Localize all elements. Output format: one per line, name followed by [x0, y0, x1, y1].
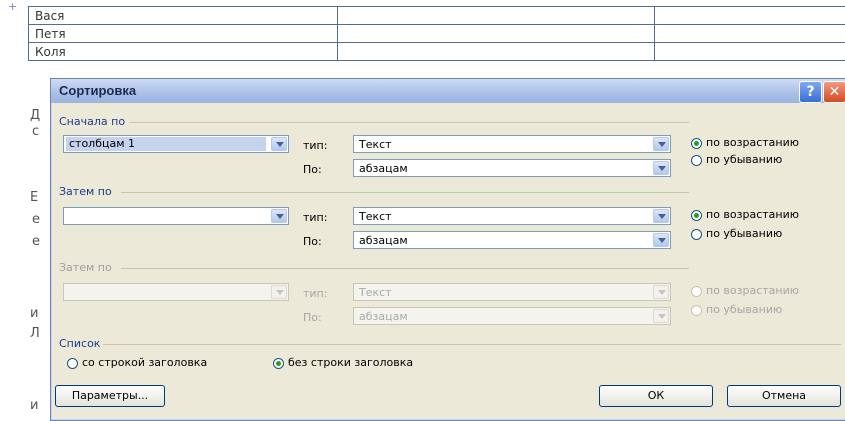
table-row: Коля — [29, 43, 845, 61]
first-type-combo[interactable]: Текст — [353, 135, 671, 153]
table-cell[interactable] — [655, 25, 845, 43]
table-cell[interactable]: Вася — [29, 7, 338, 25]
first-ascending-label[interactable]: по возрастанию — [706, 136, 799, 149]
chevron-down-icon[interactable] — [653, 209, 669, 223]
first-type-value: Текст — [359, 138, 392, 151]
group-divider — [103, 344, 841, 345]
second-descending-radio[interactable] — [691, 229, 702, 240]
third-type-value: Текст — [359, 286, 392, 299]
with-header-radio[interactable] — [67, 358, 78, 369]
group-divider — [129, 122, 689, 123]
table-cell[interactable]: Коля — [29, 43, 338, 61]
second-type-combo[interactable]: Текст — [353, 207, 671, 225]
table-cell[interactable] — [655, 43, 845, 61]
document-text-fragment: с — [32, 124, 39, 139]
dialog-titlebar[interactable]: Сортировка ? ✕ — [51, 79, 845, 103]
document-text-fragment: и — [30, 398, 38, 413]
table-cell[interactable]: Петя — [29, 25, 338, 43]
ok-button[interactable]: ОК — [599, 385, 713, 407]
help-button[interactable]: ? — [799, 81, 822, 103]
document-text-fragment: е — [32, 212, 40, 227]
document-text-fragment: Д — [30, 108, 40, 123]
document-text-fragment: Е — [30, 190, 38, 205]
chevron-down-icon[interactable] — [271, 209, 287, 223]
second-column-combo[interactable] — [63, 207, 289, 225]
table-row: Петя — [29, 25, 845, 43]
table-row: Вася — [29, 7, 845, 25]
options-button[interactable]: Параметры... — [55, 385, 165, 407]
third-column-combo — [63, 283, 289, 301]
first-by-value: абзацам — [359, 162, 408, 175]
list-label: Список — [59, 337, 100, 350]
third-by-combo: абзацам — [353, 307, 671, 325]
second-by-label: По: — [303, 235, 322, 248]
third-ascending-label: по возрастанию — [706, 284, 799, 297]
sort-dialog: Сортировка ? ✕ Сначала по столбцам 1 тип… — [50, 78, 845, 421]
third-by-value: абзацам — [359, 310, 408, 323]
second-sort-label: Затем по — [59, 185, 112, 198]
first-column-combo[interactable]: столбцам 1 — [63, 135, 289, 153]
third-descending-label: по убыванию — [706, 303, 782, 316]
table-cell[interactable] — [338, 7, 655, 25]
close-button[interactable]: ✕ — [823, 81, 845, 103]
first-column-value: столбцам 1 — [66, 137, 266, 151]
first-type-label: тип: — [303, 139, 327, 152]
first-by-combo[interactable]: абзацам — [353, 159, 671, 177]
second-descending-label[interactable]: по убыванию — [706, 227, 782, 240]
chevron-down-icon[interactable] — [271, 137, 287, 151]
first-descending-radio[interactable] — [691, 155, 702, 166]
document-text-fragment: Л — [30, 326, 40, 341]
third-ascending-radio — [691, 286, 702, 297]
first-sort-label: Сначала по — [59, 115, 125, 128]
chevron-down-icon — [271, 285, 287, 299]
table-cell[interactable] — [338, 43, 655, 61]
with-header-label[interactable]: со строкой заголовка — [82, 356, 207, 369]
third-by-label: По: — [303, 311, 322, 324]
chevron-down-icon[interactable] — [653, 161, 669, 175]
chevron-down-icon[interactable] — [653, 137, 669, 151]
group-divider — [121, 192, 689, 193]
second-ascending-label[interactable]: по возрастанию — [706, 208, 799, 221]
third-type-label: тип: — [303, 287, 327, 300]
table-move-handle-icon[interactable]: + — [8, 2, 18, 12]
first-descending-label[interactable]: по убыванию — [706, 153, 782, 166]
document-text-fragment: е — [32, 234, 40, 249]
table-cell[interactable] — [338, 25, 655, 43]
first-by-label: По: — [303, 163, 322, 176]
without-header-radio[interactable] — [273, 358, 284, 369]
third-sort-label: Затем по — [59, 261, 112, 274]
first-ascending-radio[interactable] — [691, 138, 702, 149]
second-by-combo[interactable]: абзацам — [353, 231, 671, 249]
third-type-combo: Текст — [353, 283, 671, 301]
chevron-down-icon — [653, 309, 669, 323]
chevron-down-icon[interactable] — [653, 233, 669, 247]
without-header-label[interactable]: без строки заголовка — [288, 356, 413, 369]
chevron-down-icon — [653, 285, 669, 299]
second-ascending-radio[interactable] — [691, 210, 702, 221]
second-by-value: абзацам — [359, 234, 408, 247]
document-text-fragment: и — [30, 306, 38, 321]
second-type-label: тип: — [303, 211, 327, 224]
group-divider — [121, 268, 689, 269]
table-cell[interactable] — [655, 7, 845, 25]
second-type-value: Текст — [359, 210, 392, 223]
dialog-title: Сортировка — [59, 83, 136, 98]
third-descending-radio — [691, 305, 702, 316]
cancel-button[interactable]: Отмена — [727, 385, 841, 407]
document-table: Вася Петя Коля — [28, 6, 845, 61]
